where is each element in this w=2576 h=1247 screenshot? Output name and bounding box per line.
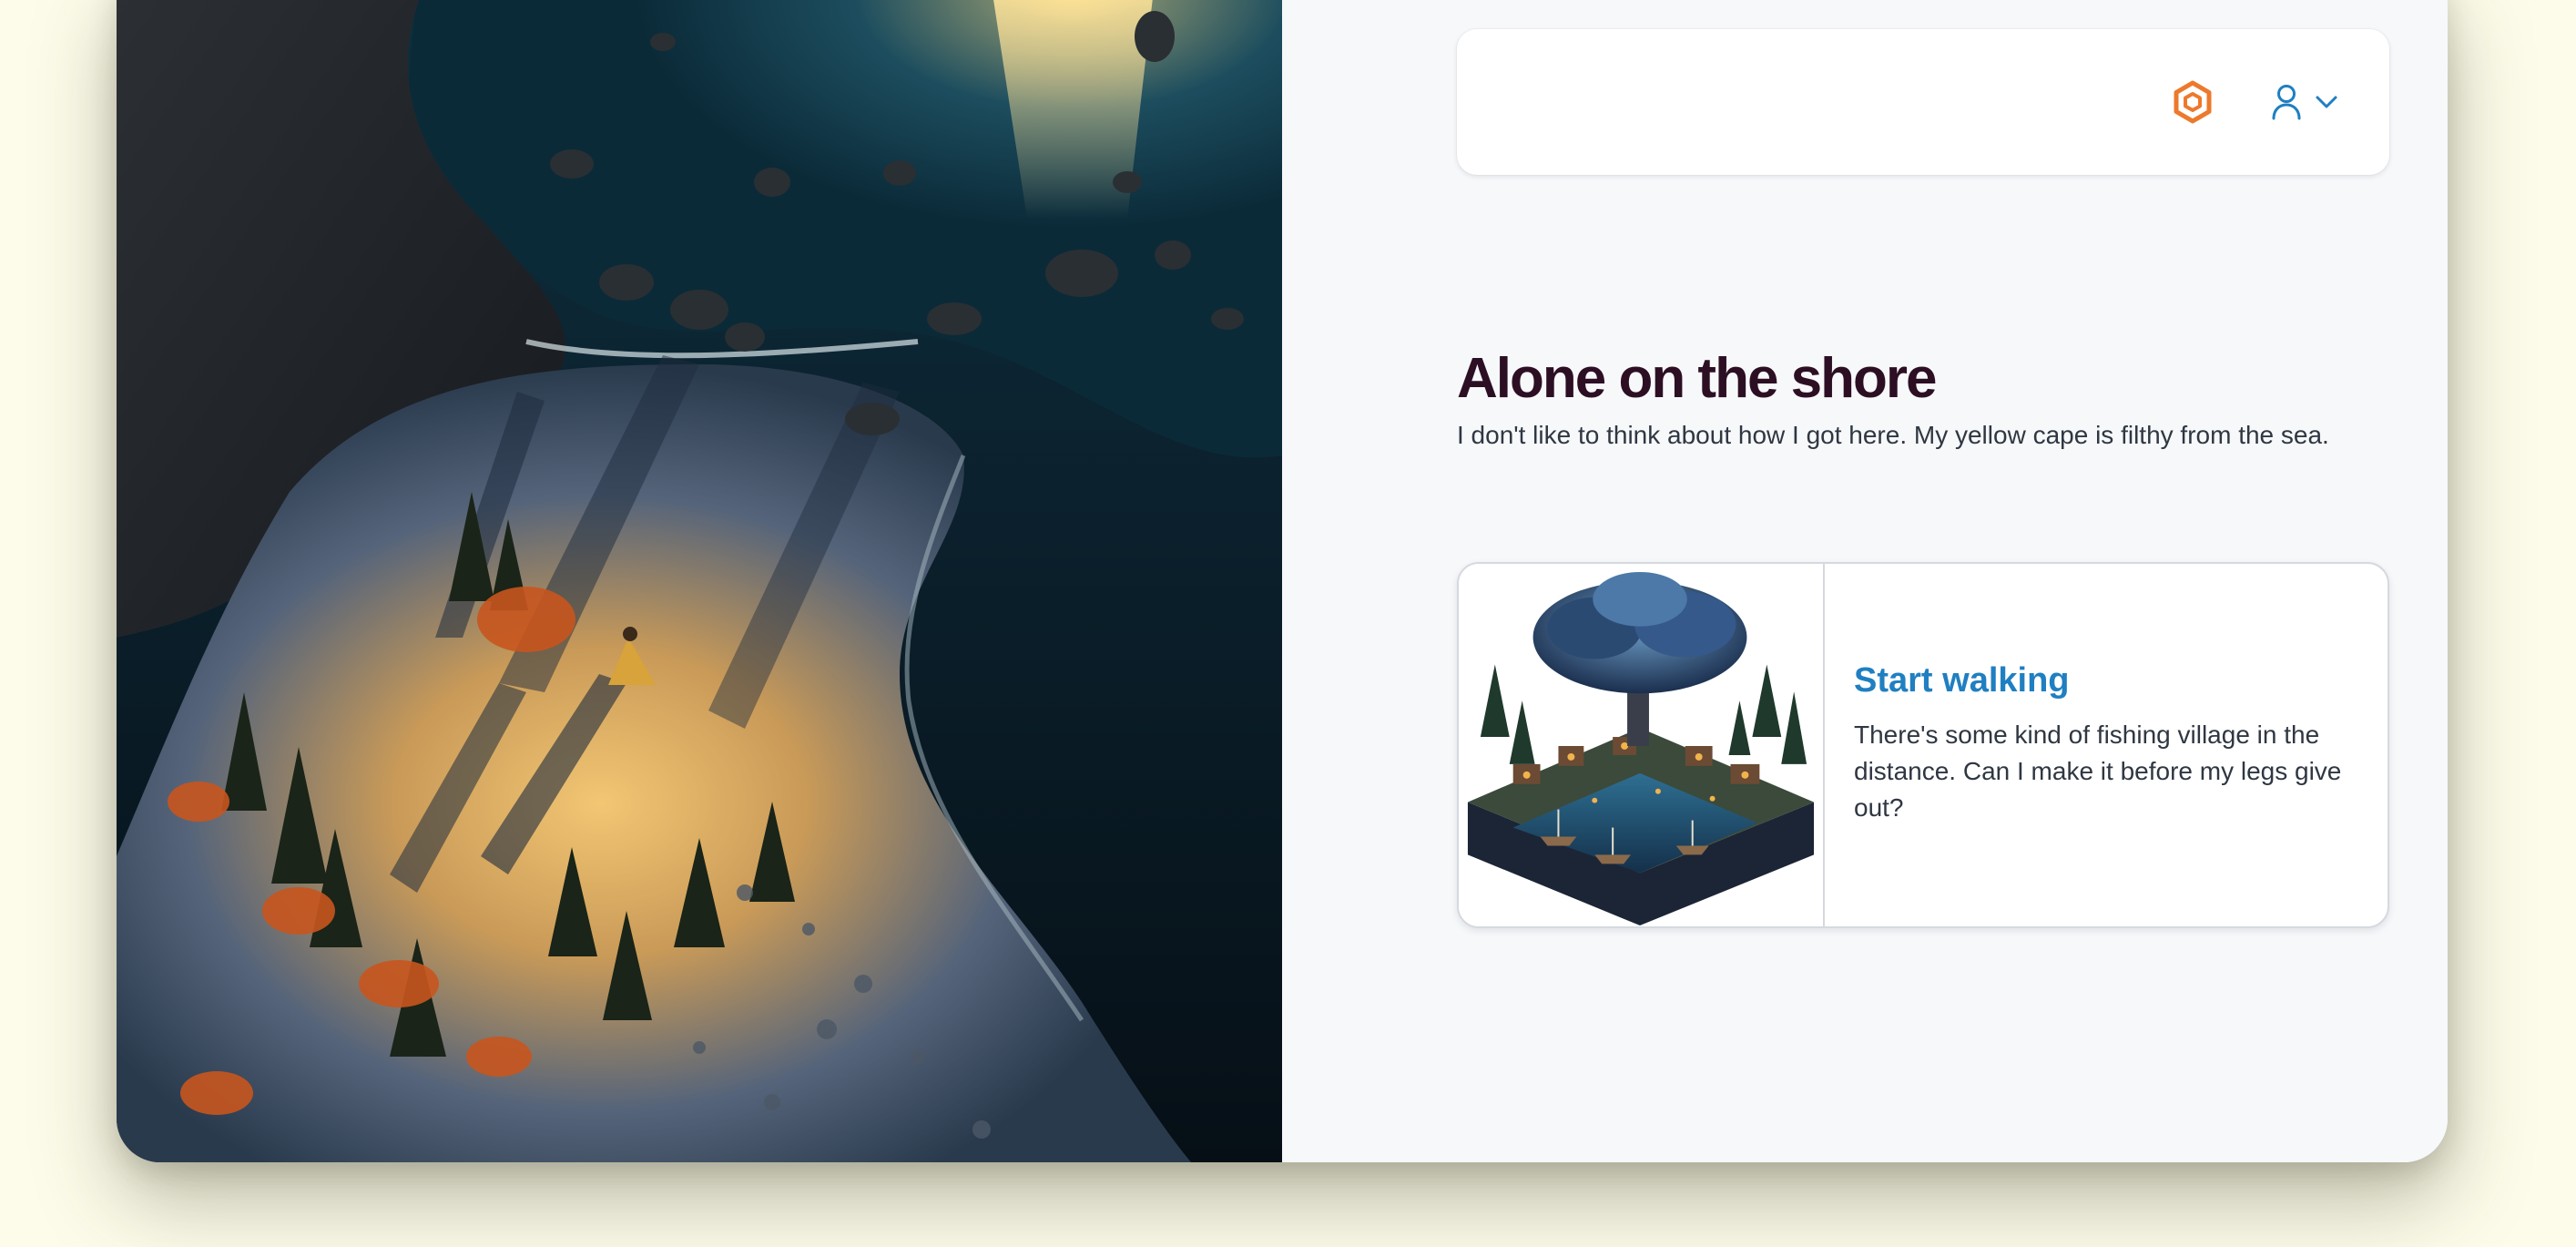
content-panel: Alone on the shore I don't like to think… xyxy=(1282,0,2448,1162)
chevron-down-icon xyxy=(2316,96,2337,108)
choice-title[interactable]: Start walking xyxy=(1854,661,2373,700)
choice-card-start-walking[interactable]: Start walking There's some kind of fishi… xyxy=(1457,562,2389,928)
choice-thumbnail xyxy=(1459,564,1825,926)
home-logo-button[interactable] xyxy=(2171,80,2215,124)
user-menu-button[interactable] xyxy=(2271,77,2349,128)
page-subtitle: I don't like to think about how I got he… xyxy=(1457,421,2329,449)
village-image xyxy=(1467,571,1815,926)
scene-illustration xyxy=(117,0,1282,1162)
shore-image xyxy=(117,0,1282,1162)
user-icon xyxy=(2272,85,2301,120)
hexagon-logo-icon xyxy=(2174,80,2212,124)
app-window: Alone on the shore I don't like to think… xyxy=(117,0,2448,1162)
choice-content: Start walking There's some kind of fishi… xyxy=(1854,564,2373,926)
top-navbar xyxy=(1457,29,2389,175)
page-title: Alone on the shore xyxy=(1457,347,1937,410)
choice-description: There's some kind of fishing village in … xyxy=(1854,720,2342,822)
